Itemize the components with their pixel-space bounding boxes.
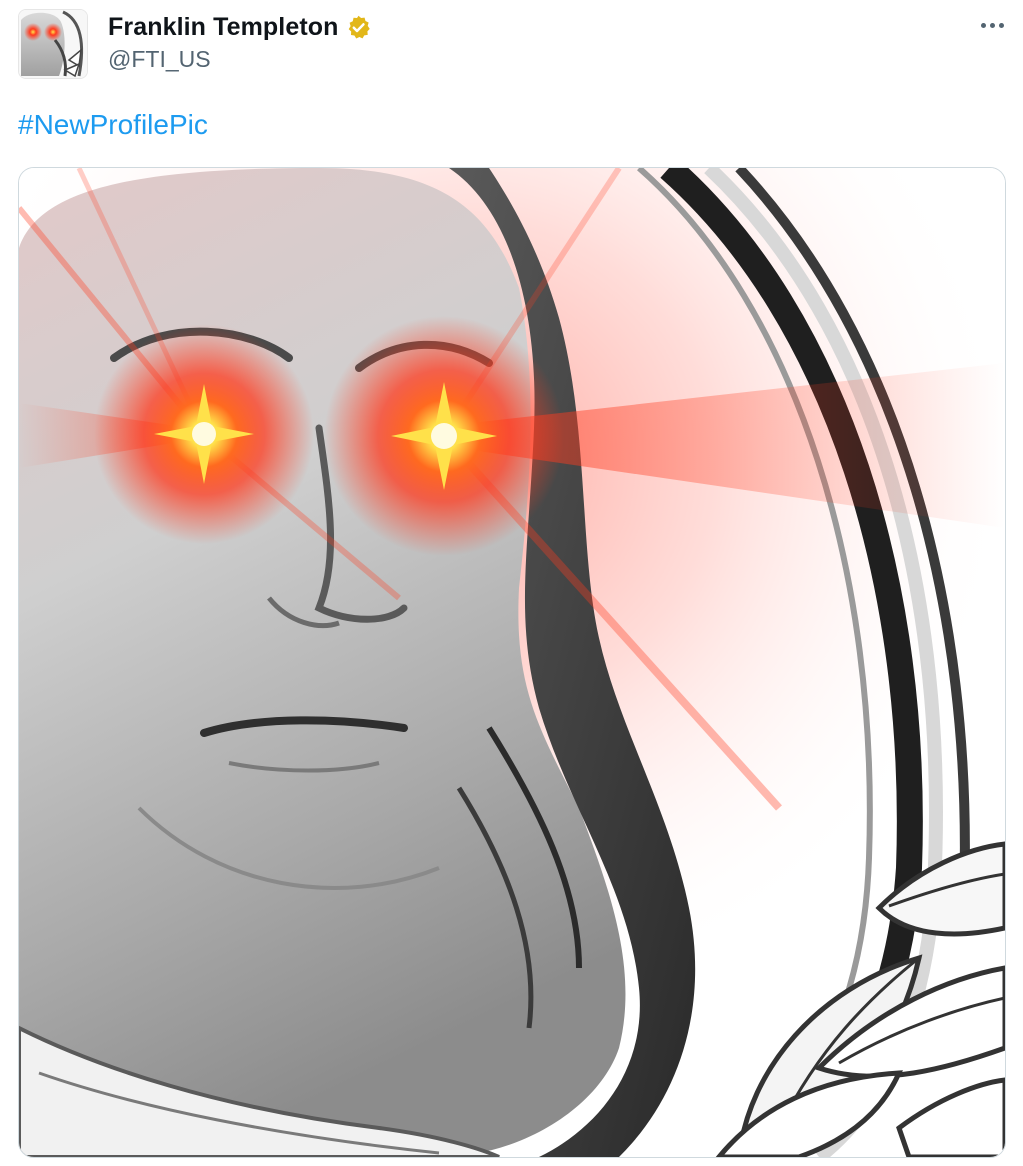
hashtag-link[interactable]: #NewProfilePic bbox=[18, 109, 208, 140]
author-avatar[interactable] bbox=[18, 9, 88, 79]
author-display-name[interactable]: Franklin Templeton bbox=[108, 13, 339, 42]
author-name-row: Franklin Templeton bbox=[108, 10, 372, 44]
avatar-portrait-image bbox=[19, 10, 87, 78]
tweet-media[interactable] bbox=[18, 167, 1006, 1158]
laser-eyes-portrait-image bbox=[19, 168, 1005, 1157]
dot bbox=[998, 22, 1004, 28]
more-options-icon[interactable] bbox=[974, 12, 1010, 38]
dot bbox=[989, 22, 995, 28]
tweet-card: Franklin Templeton @FTI_US #NewProfilePi… bbox=[0, 0, 1023, 1166]
author-handle[interactable]: @FTI_US bbox=[108, 46, 211, 73]
dot bbox=[980, 22, 986, 28]
verified-badge-icon[interactable] bbox=[345, 14, 372, 41]
tweet-text: #NewProfilePic bbox=[18, 108, 208, 142]
